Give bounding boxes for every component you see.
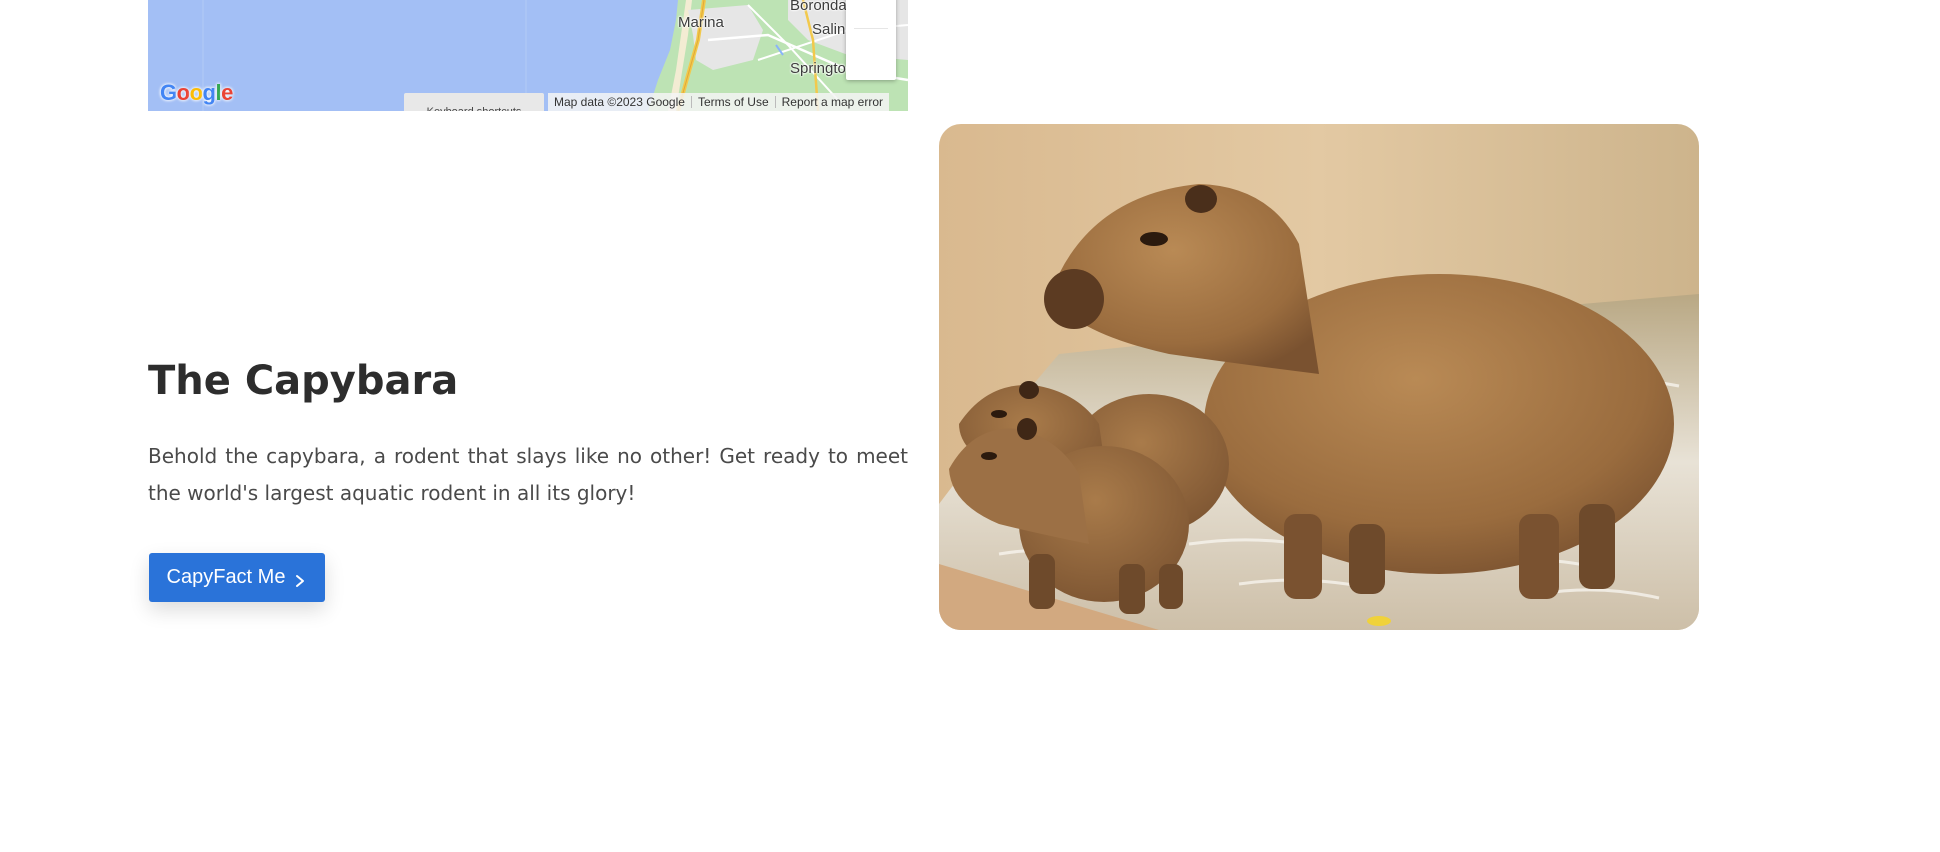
chevron-right-icon — [293, 571, 307, 587]
hero-title: The Capybara — [148, 358, 459, 404]
google-map[interactable]: Marina Boronda Salin Springto Google Key… — [148, 0, 908, 111]
map-attribution: Map data ©2023 Google Terms of Use Repor… — [548, 93, 889, 111]
capybara-illustration — [939, 124, 1699, 630]
zoom-separator — [854, 28, 888, 29]
terms-of-use-link[interactable]: Terms of Use — [692, 95, 775, 109]
capyfact-button-label: CapyFact Me — [166, 566, 286, 588]
map-place-boronda: Boronda — [790, 0, 847, 14]
capybara-photo — [939, 124, 1699, 630]
map-zoom-controls[interactable] — [846, 0, 896, 80]
map-data-credit: Map data ©2023 Google — [554, 95, 685, 109]
map-place-salinas: Salin — [812, 21, 846, 38]
map-place-springtown: Springto — [790, 60, 846, 77]
keyboard-shortcuts-button[interactable]: Keyboard shortcuts — [404, 93, 544, 111]
map-place-marina: Marina — [678, 14, 724, 31]
hero-description: Behold the capybara, a rodent that slays… — [148, 444, 908, 505]
capyfact-button[interactable]: CapyFact Me — [149, 553, 325, 602]
google-logo: Google — [160, 80, 233, 105]
report-map-error-link[interactable]: Report a map error — [776, 95, 889, 109]
